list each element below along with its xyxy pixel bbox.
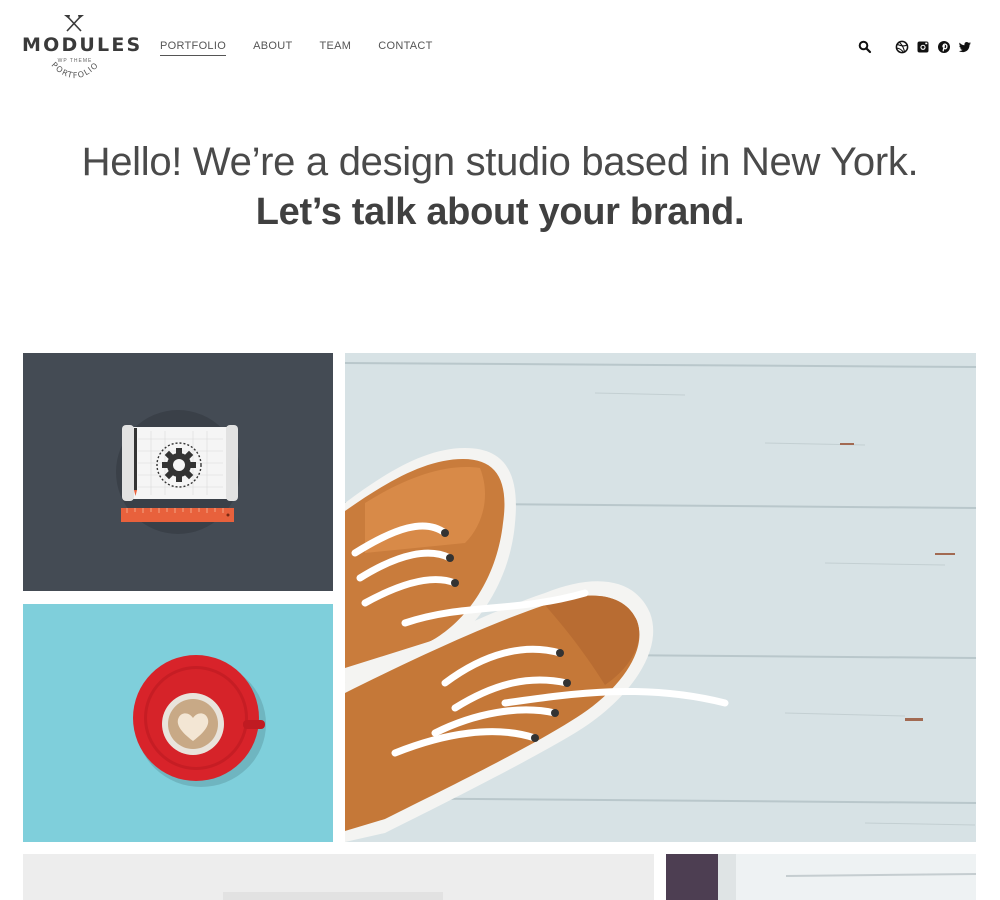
search-icon[interactable]: [858, 40, 872, 54]
portfolio-tile-coffee[interactable]: [23, 604, 333, 842]
dribbble-icon[interactable]: [895, 40, 909, 54]
nav-item-portfolio[interactable]: PORTFOLIO: [160, 40, 227, 56]
header-icons: [851, 40, 972, 54]
orange-sneakers-photo: [345, 353, 976, 842]
nav-item-team[interactable]: TEAM: [319, 40, 351, 56]
bottom-right-tile-image: [666, 854, 976, 900]
bottom-left-tile-image: [23, 854, 654, 900]
instagram-icon[interactable]: [916, 40, 930, 54]
portfolio-tile-shoes[interactable]: [345, 353, 976, 842]
site-header: MODULES WP THEME PORTFOLIO PORTFOLIO ABO…: [0, 0, 1000, 95]
portfolio-tile-bottom-left[interactable]: [23, 854, 654, 900]
logo-wordmark: MODULES: [22, 34, 143, 56]
nav-item-contact[interactable]: CONTACT: [378, 40, 432, 56]
pinterest-icon[interactable]: [937, 40, 951, 54]
crossed-axes-icon: [64, 15, 84, 32]
portfolio-tile-blueprint[interactable]: [23, 353, 333, 591]
blueprint-gear-illustration: [116, 410, 240, 534]
hero-intro-text: Hello! We’re a design studio based in Ne…: [81, 140, 919, 184]
nav-item-about[interactable]: ABOUT: [253, 40, 292, 56]
portfolio-tile-bottom-right[interactable]: [666, 854, 976, 900]
twitter-icon[interactable]: [958, 40, 972, 54]
site-logo[interactable]: MODULES WP THEME PORTFOLIO: [22, 12, 143, 82]
svg-text:PORTFOLIO: PORTFOLIO: [50, 60, 101, 80]
coffee-cup-heart-photo: [133, 655, 266, 787]
hero-section: Hello! We’re a design studio based in Ne…: [0, 140, 1000, 234]
hero-cta-text: Let’s talk about your brand.: [255, 191, 745, 233]
main-nav: PORTFOLIO ABOUT TEAM CONTACT: [160, 40, 460, 56]
logo-subtitle-arc: PORTFOLIO: [50, 60, 101, 80]
